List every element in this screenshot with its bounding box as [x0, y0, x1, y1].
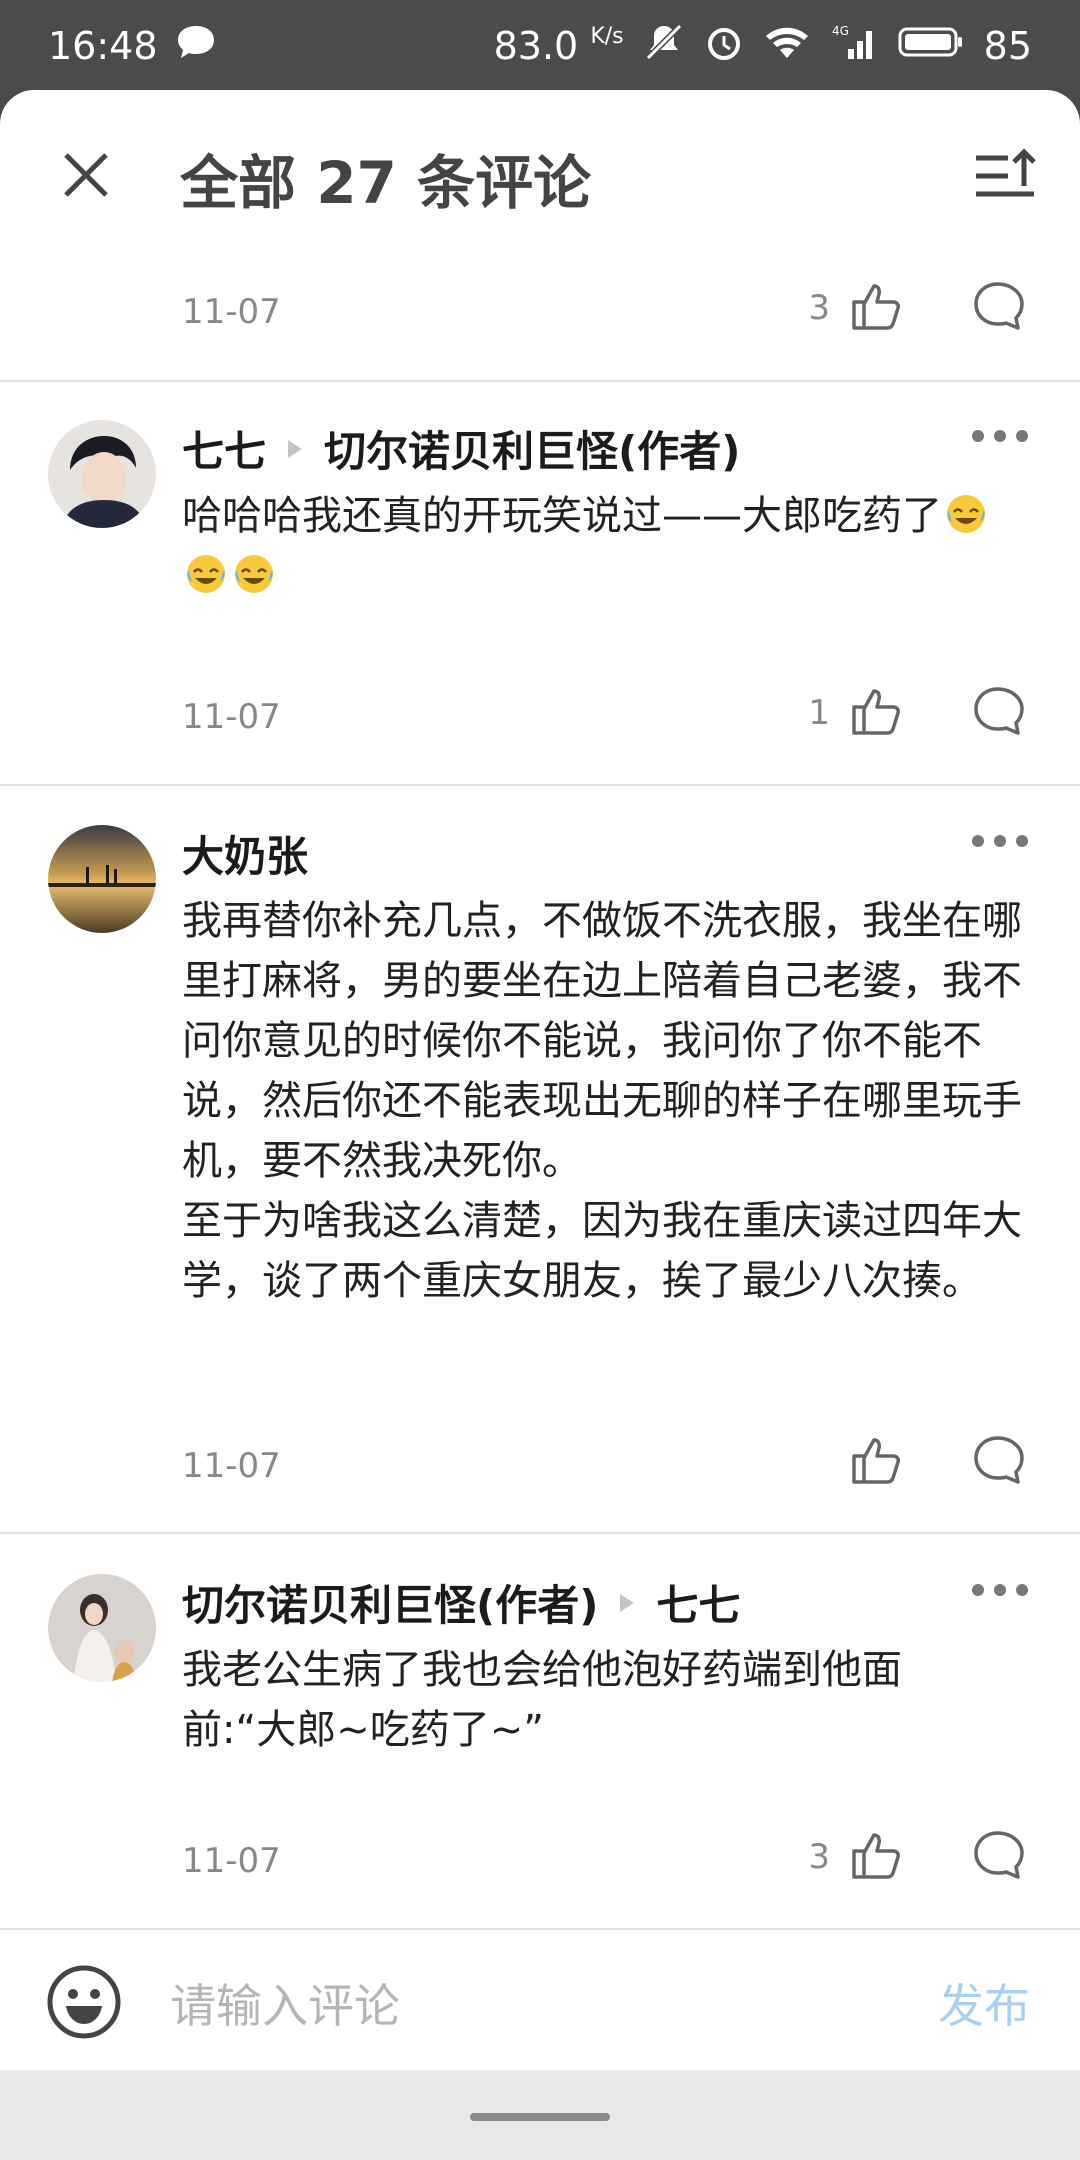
emoji-button[interactable]: [46, 1964, 122, 2040]
avatar[interactable]: [48, 825, 156, 933]
avatar[interactable]: [48, 420, 156, 528]
more-options-button[interactable]: [970, 426, 1030, 446]
comment-date: 11-07: [182, 1841, 281, 1881]
more-dots-icon: [972, 1584, 1028, 1596]
more-dots-icon: [972, 835, 1028, 847]
comment-text: 我再替你补充几点，不做饭不洗衣服，我坐在哪里打麻将，男的要坐在边上陪着自己老婆，…: [182, 898, 1022, 1304]
speech-bubble-icon: [974, 282, 1024, 330]
page-title: 全部 27 条评论: [180, 149, 592, 217]
like-count: 3: [808, 288, 830, 328]
more-options-button[interactable]: [970, 831, 1030, 851]
status-bar: 16:48 83.0 K/s 4G 85: [0, 0, 1080, 92]
divider: [0, 1532, 1080, 1534]
comment-date: 11-07: [182, 697, 281, 737]
alarm-icon: [704, 22, 744, 71]
comment-footer: 11-07 3: [0, 280, 1080, 340]
comment-text: 我老公生病了我也会给他泡好药端到他面前:“大郎~吃药了~”: [182, 1647, 902, 1753]
avatar-image: [48, 420, 156, 528]
status-time: 16:48: [48, 24, 158, 68]
close-icon: [64, 153, 108, 197]
face-with-tears-of-joy-emoji: [187, 555, 225, 593]
system-nav-bar: [0, 2070, 1080, 2160]
home-gesture-handle[interactable]: [470, 2113, 610, 2121]
publish-button[interactable]: 发布: [938, 1970, 1030, 2036]
wifi-icon: [764, 24, 810, 69]
reply-to-user[interactable]: 七七: [656, 1572, 740, 1633]
divider: [0, 784, 1080, 786]
reply-button[interactable]: [972, 1829, 1024, 1881]
cellular-signal-icon: 4G: [830, 23, 878, 70]
avatar-image: [48, 825, 156, 933]
more-dots-icon: [972, 430, 1028, 442]
reply-button[interactable]: [972, 1434, 1024, 1486]
battery-level: 85: [983, 24, 1032, 68]
reply-button[interactable]: [972, 685, 1024, 737]
comment-date: 11-07: [182, 292, 281, 332]
like-button[interactable]: [850, 685, 902, 737]
comment-date: 11-07: [182, 1446, 281, 1486]
thumbs-up-icon: [852, 284, 900, 330]
face-with-tears-of-joy-emoji: [947, 495, 985, 533]
sort-button[interactable]: [972, 146, 1038, 206]
sheet-header: 全部 27 条评论: [0, 90, 1080, 260]
smiley-icon: [47, 1965, 121, 2039]
network-speed: 83.0: [493, 24, 579, 68]
like-count: 3: [808, 1837, 830, 1877]
comment-author[interactable]: 大奶张: [182, 823, 308, 884]
reply-button[interactable]: [972, 280, 1024, 332]
avatar-image: [48, 1574, 156, 1682]
thumbs-up-icon: [852, 1833, 900, 1879]
like-button[interactable]: [850, 280, 902, 332]
comment-footer: 11-07 3: [0, 1829, 1080, 1889]
speech-bubble-icon: [974, 1436, 1024, 1484]
comment-input[interactable]: 请输入评论: [170, 1970, 400, 2036]
speed-unit: K/s: [590, 24, 624, 49]
face-with-tears-of-joy-emoji: [235, 555, 273, 593]
thumbs-up-icon: [852, 1438, 900, 1484]
comment-author[interactable]: 七七: [182, 418, 266, 479]
reply-arrow-icon: [620, 1593, 635, 1612]
reply-arrow-icon: [288, 439, 303, 458]
divider: [0, 380, 1080, 382]
comment-input-bar: 请输入评论 发布: [0, 1928, 1080, 2070]
thumbs-up-icon: [852, 689, 900, 735]
reply-to-user[interactable]: 切尔诺贝利巨怪(作者): [324, 418, 740, 479]
speech-bubble-icon: [974, 687, 1024, 735]
svg-text:4G: 4G: [832, 24, 849, 38]
close-button[interactable]: [56, 145, 116, 205]
battery-icon: [898, 24, 964, 68]
comment-footer: 11-07: [0, 1434, 1080, 1494]
like-button[interactable]: [850, 1829, 902, 1881]
like-button[interactable]: [850, 1434, 902, 1486]
comments-sheet: 全部 27 条评论 11-07 3 七七 切尔诺贝利巨怪(作者) 哈哈哈我还真的…: [0, 90, 1080, 2070]
avatar[interactable]: [48, 1574, 156, 1682]
sort-icon: [976, 148, 1036, 197]
like-count: 1: [808, 693, 830, 733]
comment-author[interactable]: 切尔诺贝利巨怪(作者): [182, 1572, 598, 1633]
message-icon: [176, 24, 216, 69]
comment-text: 哈哈哈我还真的开玩笑说过——大郎吃药了: [182, 486, 1032, 606]
mute-bell-icon: [644, 22, 684, 71]
more-options-button[interactable]: [970, 1580, 1030, 1600]
speech-bubble-icon: [974, 1831, 1024, 1879]
comment-footer: 11-07 1: [0, 685, 1080, 745]
